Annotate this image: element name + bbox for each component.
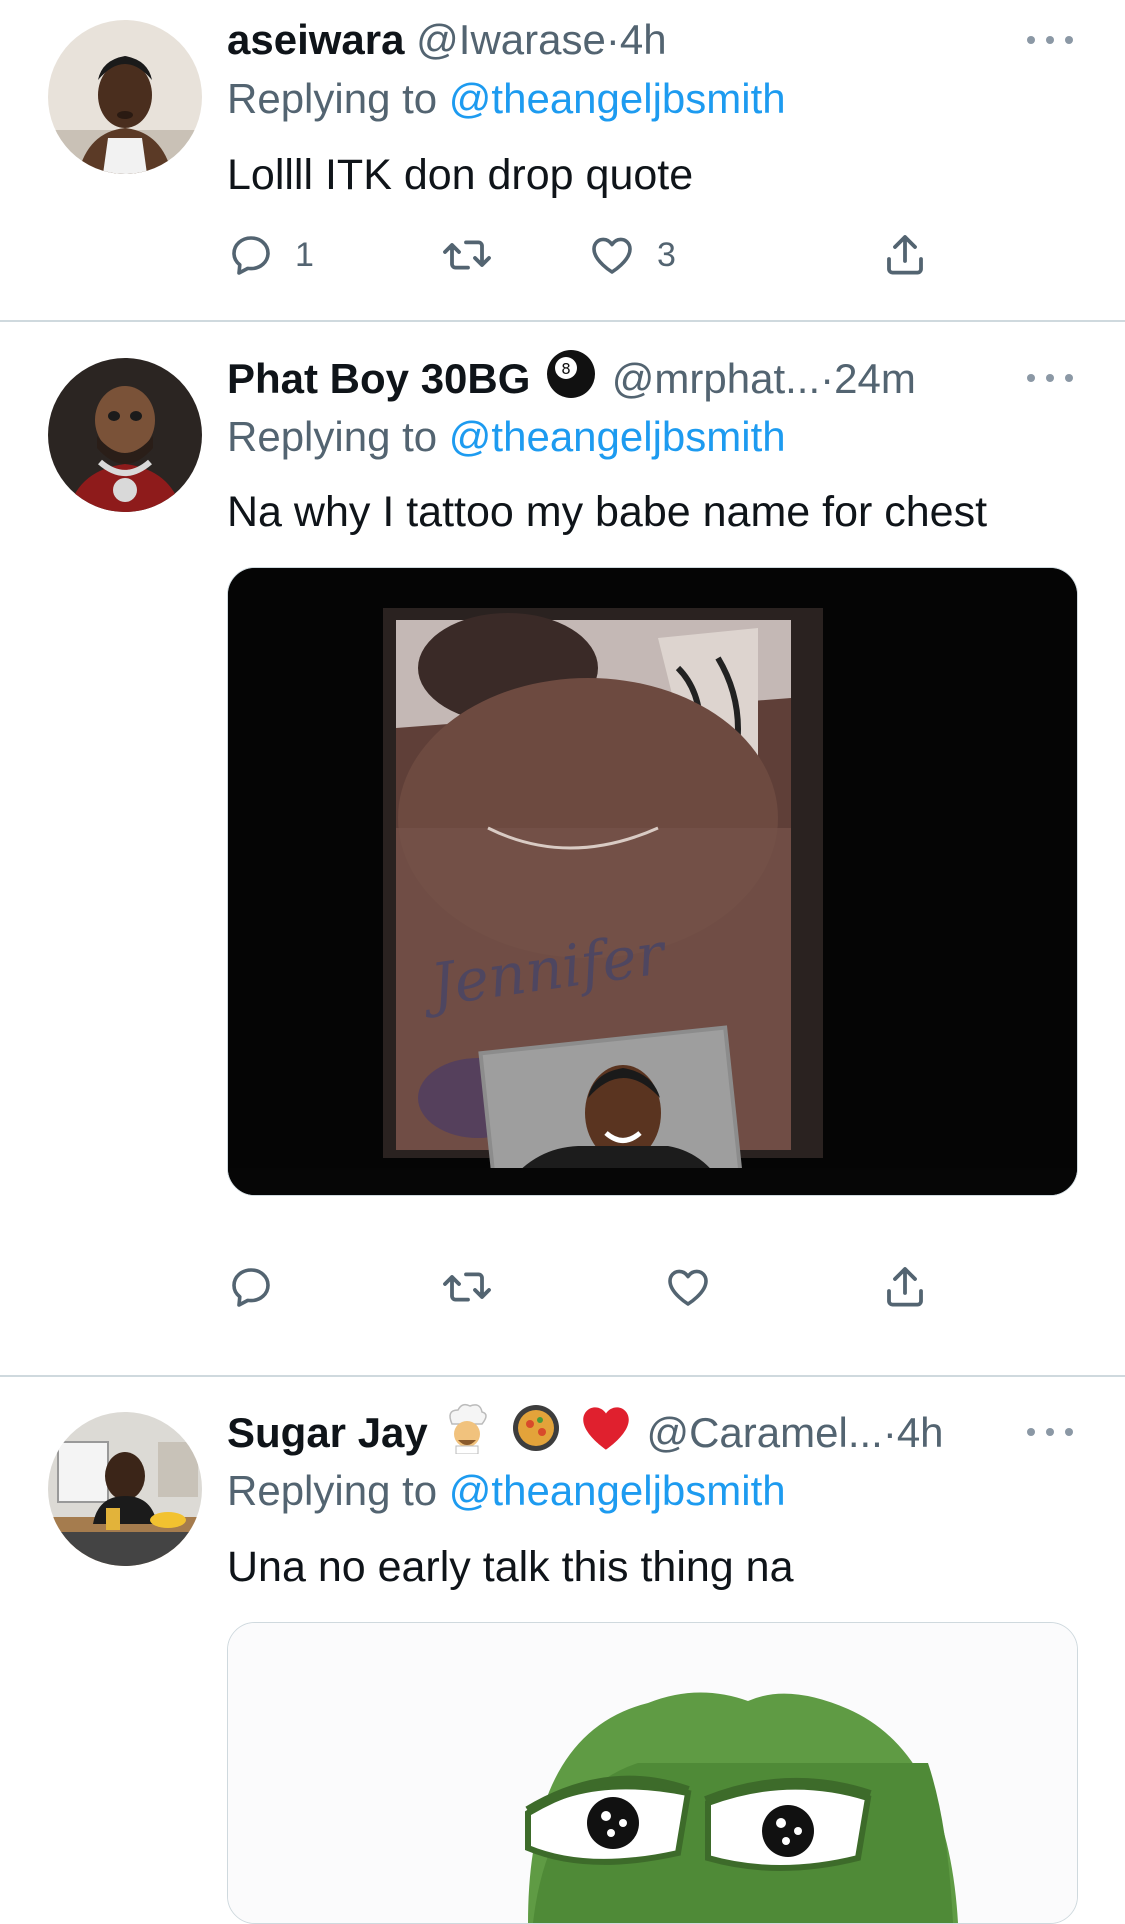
tweet-2[interactable]: Phat Boy 30BG 8 @mrphat...·24m Replying … [0, 322, 1125, 1375]
reply-count: 1 [295, 235, 314, 274]
replying-to: Replying to @theangeljbsmith [227, 70, 786, 128]
mention-link[interactable]: @theangeljbsmith [449, 75, 786, 122]
timestamp[interactable]: 24m [834, 355, 916, 402]
more-icon[interactable] [1027, 1422, 1073, 1442]
8-ball-icon: 8 [545, 348, 597, 416]
media-image[interactable]: Jennifer [227, 567, 1078, 1196]
tweet-header: Phat Boy 30BG 8 @mrphat...·24m [227, 348, 1085, 408]
more-icon[interactable] [1027, 30, 1073, 50]
tweet-3[interactable]: Sugar Jay @Caramel...·4h Replying to @th… [0, 1377, 1125, 1924]
display-name[interactable]: Sugar Jay [227, 1409, 428, 1456]
reply-icon [232, 236, 270, 275]
reply-button[interactable]: 1 [227, 225, 314, 285]
avatar[interactable] [48, 1412, 202, 1566]
replying-to-label: Replying to [227, 413, 449, 460]
tweet-header: aseiwara @Iwarase·4h [227, 10, 1085, 70]
handle[interactable]: @mrphat... [612, 355, 820, 402]
tweet-text: Lollll ITK don drop quote [227, 151, 694, 199]
share-icon [887, 1267, 923, 1307]
separator-dot: · [605, 16, 620, 63]
separator-dot: · [882, 1409, 897, 1457]
like-icon [592, 237, 632, 274]
like-count: 3 [657, 235, 676, 274]
media-image[interactable] [227, 1622, 1078, 1924]
reply-button[interactable] [227, 1257, 275, 1317]
share-button[interactable] [881, 225, 929, 285]
tweet-text: Una no early talk this thing na [227, 1543, 794, 1591]
tweet-text: Na why I tattoo my babe name for chest [227, 488, 988, 536]
replying-to: Replying to @theangeljbsmith [227, 1462, 786, 1520]
separator-dot: · [820, 355, 835, 403]
avatar[interactable] [48, 358, 202, 512]
display-name[interactable]: Phat Boy 30BG [227, 355, 530, 402]
chef-icon [442, 1402, 492, 1470]
like-button[interactable]: 3 [587, 225, 676, 285]
tweet-header: Sugar Jay @Caramel...·4h [227, 1402, 1085, 1462]
display-name[interactable]: aseiwara [227, 16, 404, 63]
timestamp[interactable]: 4h [620, 16, 667, 63]
reply-icon [232, 1268, 270, 1307]
retweet-icon [443, 240, 491, 270]
svg-text:8: 8 [561, 360, 571, 378]
replying-to-label: Replying to [227, 75, 449, 122]
replying-to-label: Replying to [227, 1467, 449, 1514]
timestamp[interactable]: 4h [897, 1409, 944, 1456]
action-bar [227, 1257, 947, 1317]
action-bar: 1 3 [227, 225, 947, 285]
handle[interactable]: @Iwarase [416, 16, 606, 63]
like-button[interactable] [663, 1257, 713, 1317]
tweet-1[interactable]: aseiwara @Iwarase·4h Replying to @theang… [0, 0, 1125, 320]
share-button[interactable] [881, 1257, 929, 1317]
like-icon [668, 1269, 708, 1306]
retweet-icon [443, 1272, 491, 1302]
share-icon [887, 235, 923, 275]
retweet-button[interactable] [440, 1257, 494, 1317]
more-icon[interactable] [1027, 368, 1073, 388]
replying-to: Replying to @theangeljbsmith [227, 408, 786, 466]
mention-link[interactable]: @theangeljbsmith [449, 413, 786, 460]
paella-pan-icon [510, 1402, 562, 1470]
mention-link[interactable]: @theangeljbsmith [449, 1467, 786, 1514]
red-heart-icon [580, 1404, 632, 1468]
retweet-button[interactable] [440, 225, 494, 285]
handle[interactable]: @Caramel... [646, 1409, 882, 1456]
avatar[interactable] [48, 20, 202, 174]
